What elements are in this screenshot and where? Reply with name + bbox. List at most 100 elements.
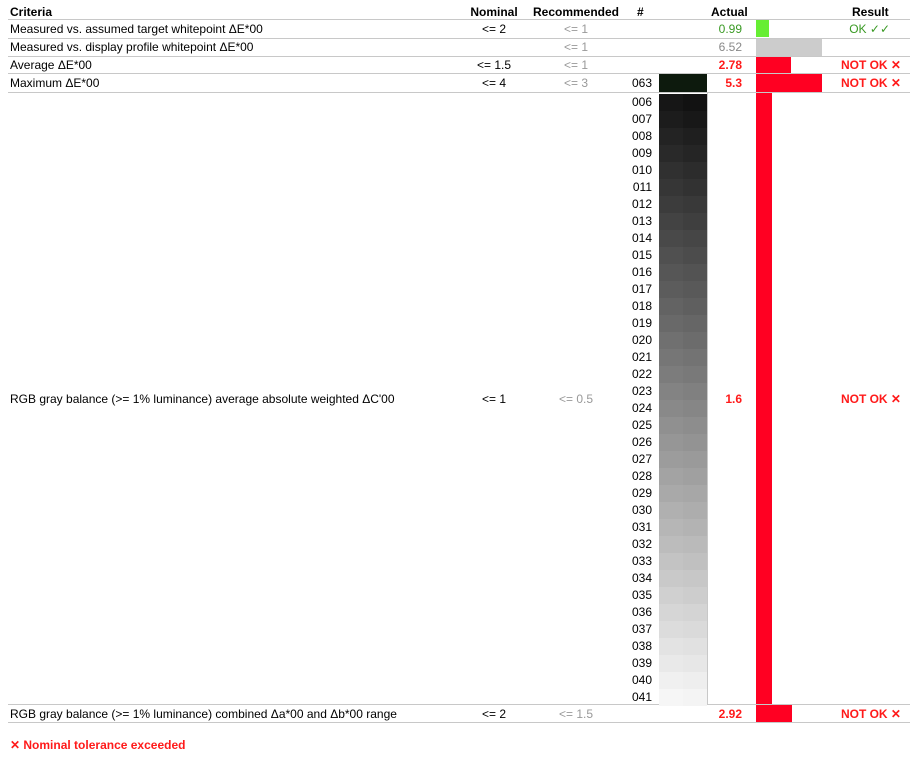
gray-patch-swatch: [659, 621, 707, 638]
result-not-ok: NOT OK ✕: [840, 76, 901, 90]
gray-patch-swatch: [659, 247, 707, 264]
patch-number: 030: [631, 503, 652, 517]
gray-patch-swatch: [659, 332, 707, 349]
patch-number: 038: [631, 639, 652, 653]
patch-number: 018: [631, 299, 652, 313]
nominal-value: <= 1: [481, 392, 507, 406]
patch-number: 013: [631, 214, 652, 228]
header-actual: Actual: [711, 5, 748, 19]
gray-patch-swatch: [659, 213, 707, 230]
gray-patch-swatch: [659, 519, 707, 536]
criteria-label: RGB gray balance (>= 1% luminance) avera…: [10, 392, 395, 406]
recommended-value: <= 1.5: [558, 707, 594, 721]
divider: [8, 722, 910, 723]
header-recommended: Recommended: [532, 5, 620, 19]
patch-number: 010: [631, 163, 652, 177]
gray-patch-swatch: [659, 315, 707, 332]
patch-number: 016: [631, 265, 652, 279]
patch-number: 040: [631, 673, 652, 687]
header-hash: #: [637, 5, 644, 19]
footer-note: ✕ Nominal tolerance exceeded: [10, 738, 186, 752]
patch-number: 024: [631, 401, 652, 415]
actual-value: 2.78: [718, 58, 742, 72]
patch-column-border: [707, 92, 708, 704]
gray-patch-swatch: [659, 485, 707, 502]
criteria-label: Average ΔE*00: [10, 58, 92, 72]
patch-number: 007: [631, 112, 652, 126]
patch-number: 012: [631, 197, 652, 211]
gray-patch-swatch: [659, 298, 707, 315]
patch-number: 020: [631, 333, 652, 347]
nominal-value: <= 1.5: [476, 58, 512, 72]
gray-patch-swatch: [659, 502, 707, 519]
result-not-ok: NOT OK ✕: [840, 392, 901, 406]
patch-number: 034: [631, 571, 652, 585]
actual-value: 5.3: [725, 76, 742, 90]
patch-number: 037: [631, 622, 652, 636]
patch-number: 035: [631, 588, 652, 602]
criteria-label: Maximum ΔE*00: [10, 76, 100, 90]
patch-number: 021: [631, 350, 652, 364]
gray-patch-swatch: [659, 383, 707, 400]
criteria-label: Measured vs. display profile whitepoint …: [10, 40, 254, 54]
header-result: Result: [852, 5, 889, 19]
divider: [8, 92, 910, 93]
gray-patch-swatch: [659, 349, 707, 366]
gray-patch-swatch: [659, 264, 707, 281]
patch-number: 028: [631, 469, 652, 483]
gray-patch-swatch: [659, 638, 707, 655]
patch-number: 063: [631, 76, 652, 90]
gray-patch-swatch: [659, 570, 707, 587]
actual-value: 0.99: [718, 22, 742, 36]
patch-number: 041: [631, 690, 652, 704]
patch-number: 025: [631, 418, 652, 432]
actual-value: 2.92: [718, 707, 742, 721]
result-not-ok: NOT OK ✕: [840, 58, 901, 72]
header-nominal: Nominal: [470, 5, 518, 19]
patch-number: 032: [631, 537, 652, 551]
actual-bar: [756, 20, 769, 37]
recommended-value: <= 3: [563, 76, 589, 90]
recommended-value: <= 1: [563, 22, 589, 36]
patch-number: 006: [631, 95, 652, 109]
gray-patch-swatch: [659, 94, 707, 111]
gray-patch-swatch: [659, 672, 707, 689]
actual-bar: [756, 705, 792, 722]
actual-bar: [756, 39, 822, 56]
criteria-label: Measured vs. assumed target whitepoint Δ…: [10, 22, 263, 36]
patch-number: 009: [631, 146, 652, 160]
gray-patch-swatch: [659, 162, 707, 179]
nominal-value: <= 4: [481, 76, 507, 90]
patch-number: 026: [631, 435, 652, 449]
patch-number: 033: [631, 554, 652, 568]
patch-number: 031: [631, 520, 652, 534]
gray-patch-swatch: [659, 179, 707, 196]
gray-patch-swatch: [659, 689, 707, 706]
result-ok: OK ✓✓: [849, 22, 890, 36]
gray-patch-swatch: [659, 587, 707, 604]
patch-number: 017: [631, 282, 652, 296]
patch-number: 023: [631, 384, 652, 398]
gray-patch-swatch: [659, 553, 707, 570]
gray-balance-bar: [756, 93, 772, 704]
gray-patch-swatch: [659, 400, 707, 417]
gray-patch-swatch: [659, 366, 707, 383]
gray-patch-swatch: [659, 281, 707, 298]
gray-patch-swatch: [659, 230, 707, 247]
gray-patch-swatch: [659, 145, 707, 162]
actual-bar: [756, 57, 791, 73]
gray-patch-swatch: [659, 417, 707, 434]
patch-number: 015: [631, 248, 652, 262]
patch-number: 029: [631, 486, 652, 500]
patch-number: 027: [631, 452, 652, 466]
nominal-value: <= 2: [481, 707, 507, 721]
result-not-ok: NOT OK ✕: [840, 707, 901, 721]
gray-patch-swatch: [659, 451, 707, 468]
nominal-value: <= 2: [481, 22, 507, 36]
gray-patch-swatch: [659, 128, 707, 145]
patch-number: 039: [631, 656, 652, 670]
patch-number: 019: [631, 316, 652, 330]
gray-patch-swatch: [659, 111, 707, 128]
patch-number: 008: [631, 129, 652, 143]
gray-patch-swatch: [659, 604, 707, 621]
